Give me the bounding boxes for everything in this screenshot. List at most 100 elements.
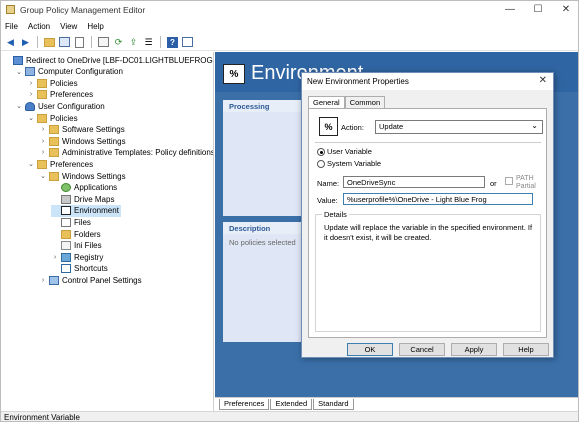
folder-icon [37, 90, 47, 100]
registry-icon [61, 252, 71, 262]
path-partial-checkbox[interactable] [505, 177, 513, 185]
tree-item[interactable]: ⌄ Preferences [27, 158, 93, 170]
tree-item-label: Control Panel Settings [62, 275, 142, 285]
tree-item[interactable]: › Software Settings [39, 124, 125, 136]
chevron-right-icon[interactable]: › [39, 138, 47, 145]
tree-item-label: Preferences [50, 159, 94, 169]
tree-item-label: Registry [74, 252, 104, 262]
tab-preferences[interactable]: Preferences [219, 398, 270, 410]
help-button[interactable]: Help [503, 343, 549, 356]
menu-view[interactable]: View [60, 22, 77, 31]
computer-icon [25, 67, 35, 77]
chevron-down-icon: ⌄ [531, 121, 538, 130]
tree-item-label: Windows Settings [62, 136, 126, 146]
maximize-button[interactable]: ☐ [524, 1, 552, 18]
properties-icon[interactable] [73, 36, 86, 49]
chevron-right-icon[interactable]: › [27, 80, 35, 87]
general-tab-page: % Action: Update ⌄ User Variable System … [308, 108, 547, 338]
value-label: Value: [317, 196, 338, 205]
tab-extended[interactable]: Extended [270, 398, 313, 410]
back-icon[interactable]: ◀ [4, 36, 17, 49]
tree-item[interactable]: › Registry [51, 251, 103, 263]
folder-icon [49, 136, 59, 146]
applications-icon [61, 183, 71, 193]
or-label: or [490, 179, 497, 188]
user-variable-radio[interactable]: User Variable [317, 147, 372, 157]
chevron-down-icon[interactable]: ⌄ [39, 172, 47, 180]
ok-button[interactable]: OK [347, 343, 393, 356]
system-variable-radio[interactable]: System Variable [317, 159, 381, 169]
environment-icon: % [319, 117, 338, 136]
tree-item[interactable]: Drive Maps [51, 193, 114, 205]
tree-item-label: Shortcuts [74, 264, 108, 274]
folder-icon [61, 229, 71, 239]
menu-file[interactable]: File [5, 22, 18, 31]
window-title: Group Policy Management Editor [20, 4, 146, 15]
dialog-close-icon[interactable]: ✕ [539, 75, 547, 86]
toolbar: ◀ ▶ ⟳ ⇪ ☰ ? [1, 34, 578, 51]
dialog-title: New Environment Properties [302, 73, 553, 90]
action-select[interactable]: Update ⌄ [375, 120, 543, 134]
tree-item[interactable]: › Control Panel Settings [39, 274, 142, 286]
title-bar: Group Policy Management Editor — ☐ ✕ [1, 1, 578, 18]
value-field[interactable]: %userprofile%\OneDrive - Light Blue Frog [343, 193, 533, 205]
refresh-icon[interactable]: ⟳ [112, 36, 125, 49]
apply-button[interactable]: Apply [451, 343, 497, 356]
tree-item[interactable]: › Windows Settings [39, 135, 126, 147]
tree-item[interactable]: Ini Files [51, 240, 102, 252]
chevron-down-icon[interactable]: ⌄ [27, 114, 35, 122]
cancel-button[interactable]: Cancel [399, 343, 445, 356]
menu-action[interactable]: Action [28, 22, 50, 31]
folder-icon [49, 148, 59, 158]
new-item-icon[interactable] [97, 36, 110, 49]
environment-properties-dialog: New Environment Properties ✕ General Com… [301, 72, 554, 358]
tab-standard[interactable]: Standard [313, 398, 354, 410]
chevron-down-icon[interactable]: ⌄ [27, 160, 35, 168]
list-icon[interactable]: ☰ [142, 36, 155, 49]
tree-item[interactable]: ⌄ User Configuration [15, 100, 105, 112]
view-icon[interactable] [181, 36, 194, 49]
partial-label: Partial [516, 183, 536, 190]
tree-item[interactable]: ⌄ Computer Configuration [15, 66, 123, 78]
tree-item[interactable]: Shortcuts [51, 263, 108, 275]
menu-help[interactable]: Help [87, 22, 103, 31]
console-tree: Redirect to OneDrive [LBF-DC01.LIGHTBLUE… [1, 52, 214, 411]
details-title: Details [322, 210, 349, 219]
chevron-right-icon[interactable]: › [39, 277, 47, 284]
status-bar: Environment Variable [1, 411, 578, 421]
tree-item[interactable]: ⌄ Windows Settings [39, 170, 126, 182]
file-icon [61, 217, 71, 227]
tree-item[interactable]: Files [51, 216, 91, 228]
chevron-right-icon[interactable]: › [51, 254, 59, 261]
tree-item-label: Drive Maps [74, 194, 115, 204]
processing-heading: Processing [223, 100, 309, 112]
tree-item[interactable]: Environment [51, 204, 121, 217]
view-tabs: Preferences Extended Standard [215, 397, 578, 410]
up-folder-icon[interactable] [43, 36, 56, 49]
chevron-right-icon[interactable]: › [39, 149, 47, 156]
help-icon[interactable]: ? [166, 36, 179, 49]
chevron-down-icon[interactable]: ⌄ [15, 102, 23, 110]
tree-item[interactable]: › Administrative Templates: Policy defini… [39, 147, 213, 159]
folder-icon [37, 159, 47, 169]
tab-common[interactable]: Common [344, 96, 386, 108]
tree-item[interactable]: › Policies [27, 77, 78, 89]
name-label: Name: [317, 179, 340, 188]
tree-item[interactable]: ⌄ Policies [27, 112, 78, 124]
close-button[interactable]: ✕ [552, 1, 578, 18]
chevron-right-icon[interactable]: › [39, 126, 47, 133]
tree-item[interactable]: › Preferences [27, 89, 93, 101]
tree-item[interactable]: Folders [51, 228, 101, 240]
show-hide-tree-icon[interactable] [58, 36, 71, 49]
export-icon[interactable]: ⇪ [127, 36, 140, 49]
chevron-right-icon[interactable]: › [27, 91, 35, 98]
tree-item-label: Redirect to OneDrive [LBF-DC01.LIGHTBLUE… [26, 55, 214, 65]
name-field[interactable]: OneDriveSync [343, 176, 485, 188]
drive-icon [61, 194, 71, 204]
minimize-button[interactable]: — [496, 1, 524, 18]
tree-item[interactable]: Applications [51, 182, 117, 194]
forward-icon[interactable]: ▶ [19, 36, 32, 49]
processing-panel: Processing [223, 100, 309, 216]
tree-item[interactable]: Redirect to OneDrive [LBF-DC01.LIGHTBLUE… [3, 54, 214, 66]
chevron-down-icon[interactable]: ⌄ [15, 68, 23, 76]
